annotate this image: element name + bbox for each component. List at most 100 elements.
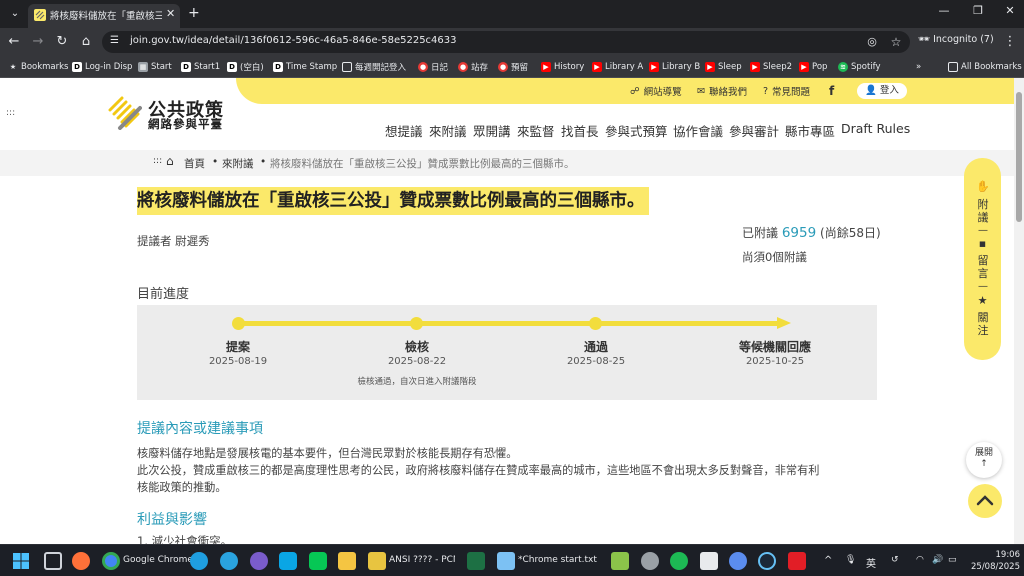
battery-icon[interactable]: ▭ [948,555,957,565]
edge-icon[interactable] [190,552,208,570]
nav-audit[interactable]: 參與審計 [729,121,779,140]
chrome-taskbar-label[interactable]: Google Chrome [123,555,193,565]
nav-supervise[interactable]: 來監督 [517,121,555,140]
bookmark-item[interactable]: D Log-in Disp [72,59,132,75]
sitemap-link[interactable]: ☍ 網站導覽 [630,84,682,99]
app-icon[interactable] [641,552,659,570]
forward-arrow-icon[interactable]: → [30,34,46,50]
tab-close-icon[interactable]: ✕ [166,7,175,20]
telegram-icon[interactable] [220,552,238,570]
sign-hand-icon[interactable]: ✋ [976,180,990,193]
breadcrumb-home[interactable]: 首頁 [184,156,205,171]
more-vert-icon[interactable]: ⋮ [1002,34,1018,50]
address-bar[interactable]: ☰ join.gov.tw/idea/detail/136f0612-596c-… [102,31,910,53]
bookmark-item[interactable]: ▦ Start [138,59,172,75]
excel-icon[interactable] [467,552,485,570]
bookmark-item[interactable]: ● 預留 [498,59,528,75]
breadcrumb-anchor[interactable]: ::: [153,156,162,166]
pcman-taskbar-label[interactable]: ANSI ???? - PCMar [389,555,455,565]
window-close-icon[interactable]: ✕ [1000,4,1020,22]
page-scrollbar[interactable] [1014,78,1024,544]
back-arrow-icon[interactable]: ← [6,34,22,50]
comment-action[interactable]: 留言 [976,254,990,280]
nav-sign[interactable]: 來附議 [429,121,467,140]
clock[interactable]: 19:06 25/08/2025 [966,549,1020,573]
incognito-indicator[interactable]: 🕶 Incognito (7) [918,34,994,45]
back-to-top-button[interactable] [968,484,1002,518]
acrobat-icon[interactable] [788,552,806,570]
nav-draft-rules[interactable]: Draft Rules [841,121,910,136]
faq-link[interactable]: ? 常見問題 [763,84,810,99]
contact-link[interactable]: ✉ 聯絡我們 [697,84,747,99]
star-icon[interactable]: ★ [976,294,989,307]
task-view-icon[interactable] [44,552,62,570]
nav-collab-meeting[interactable]: 協作會議 [673,121,723,140]
bookmark-item[interactable]: ● 站存 [458,59,488,75]
nav-county[interactable]: 縣市專區 [785,121,835,140]
eye-off-icon[interactable]: ◎ [864,34,880,50]
bookmark-star-icon[interactable]: ☆ [888,34,904,50]
bookmark-item[interactable]: ▶ Library B [649,59,700,75]
firefox-icon[interactable] [72,552,90,570]
skype-icon[interactable] [279,552,297,570]
facebook-icon[interactable]: f [829,84,834,98]
clapperboard-icon[interactable] [700,552,718,570]
home-icon[interactable]: ⌂ [166,154,174,168]
notepad-icon[interactable] [497,552,515,570]
bookmark-item[interactable]: ★ Bookmarks [8,59,69,75]
site-logo-icon[interactable] [108,96,142,130]
bookmark-item[interactable]: ≋ Spotify [838,59,881,75]
microphone-icon[interactable]: 🎙 [845,555,856,565]
bookmark-item[interactable]: ▶ Sleep [705,59,742,75]
sign-action[interactable]: 附議 [976,198,990,224]
expand-button[interactable]: 展開 ↑ [966,442,1002,478]
url-text[interactable]: join.gov.tw/idea/detail/136f0612-596c-46… [130,35,457,46]
follow-action[interactable]: 關注 [976,311,990,337]
breadcrumb-section[interactable]: 來附議 [222,156,254,171]
login-button[interactable]: 👤 登入 [857,83,907,99]
bookmark-item[interactable]: ● 日記 [418,59,448,75]
notepad-taskbar-label[interactable]: *Chrome start.txt - No [518,555,598,565]
tray-chevron-icon[interactable]: ^ [824,555,832,566]
minimize-icon[interactable]: — [934,4,954,22]
volume-icon[interactable]: 🔊 [932,555,943,565]
logo-subtitle[interactable]: 網路參與平臺 [148,116,223,132]
viber-icon[interactable] [250,552,268,570]
bookmark-item[interactable]: ▶ Library A [592,59,643,75]
gear-icon[interactable] [729,552,747,570]
windows-start-icon[interactable] [12,552,30,570]
app-icon[interactable] [611,552,629,570]
bookmarks-overflow-chevron-icon[interactable]: » [916,59,921,75]
spotify-icon[interactable] [670,552,688,570]
home-icon[interactable]: ⌂ [78,34,94,50]
bookmark-item[interactable]: ▶ Sleep2 [750,59,792,75]
bookmark-item[interactable]: ▶ History [541,59,584,75]
accessibility-anchor[interactable]: ::: [6,108,15,118]
nav-participatory-budget[interactable]: 參與式預算 [605,121,668,140]
nav-find-head[interactable]: 找首長 [561,121,599,140]
site-info-tune-icon[interactable]: ☰ [110,35,124,49]
bookmark-item[interactable]: D (空白) [227,59,264,75]
tab-search-chevron-icon[interactable]: ⌄ [6,5,24,23]
ime-mode-icon[interactable]: ↺ [891,555,899,565]
restore-icon[interactable]: ❐ [968,4,988,22]
file-explorer-icon[interactable] [338,552,356,570]
bookmark-folder[interactable]: 每週開記登入 [342,59,406,75]
bookmark-item[interactable]: ▶ Pop [799,59,827,75]
steam-icon[interactable] [758,552,776,570]
bookmark-item[interactable]: D Start1 [181,59,220,75]
bookmark-item[interactable]: D Time Stamp [273,59,337,75]
chrome-icon[interactable] [102,552,120,570]
wifi-icon[interactable]: ◠ [916,555,924,565]
nav-discuss[interactable]: 眾開講 [473,121,511,140]
browser-tab-active[interactable]: 將核廢料儲放在「重啟核三公投」 ✕ [28,4,180,28]
line-icon[interactable] [309,552,327,570]
new-tab-plus-icon[interactable]: + [188,5,200,21]
ime-indicator[interactable]: 英 [866,555,876,570]
scrollbar-thumb[interactable] [1016,92,1022,222]
comment-icon[interactable]: ▪ [976,237,989,250]
nav-propose[interactable]: 想提議 [385,121,423,140]
reload-icon[interactable]: ↻ [54,34,70,50]
pcman-icon[interactable] [368,552,386,570]
all-bookmarks-folder[interactable]: All Bookmarks [948,59,1022,75]
